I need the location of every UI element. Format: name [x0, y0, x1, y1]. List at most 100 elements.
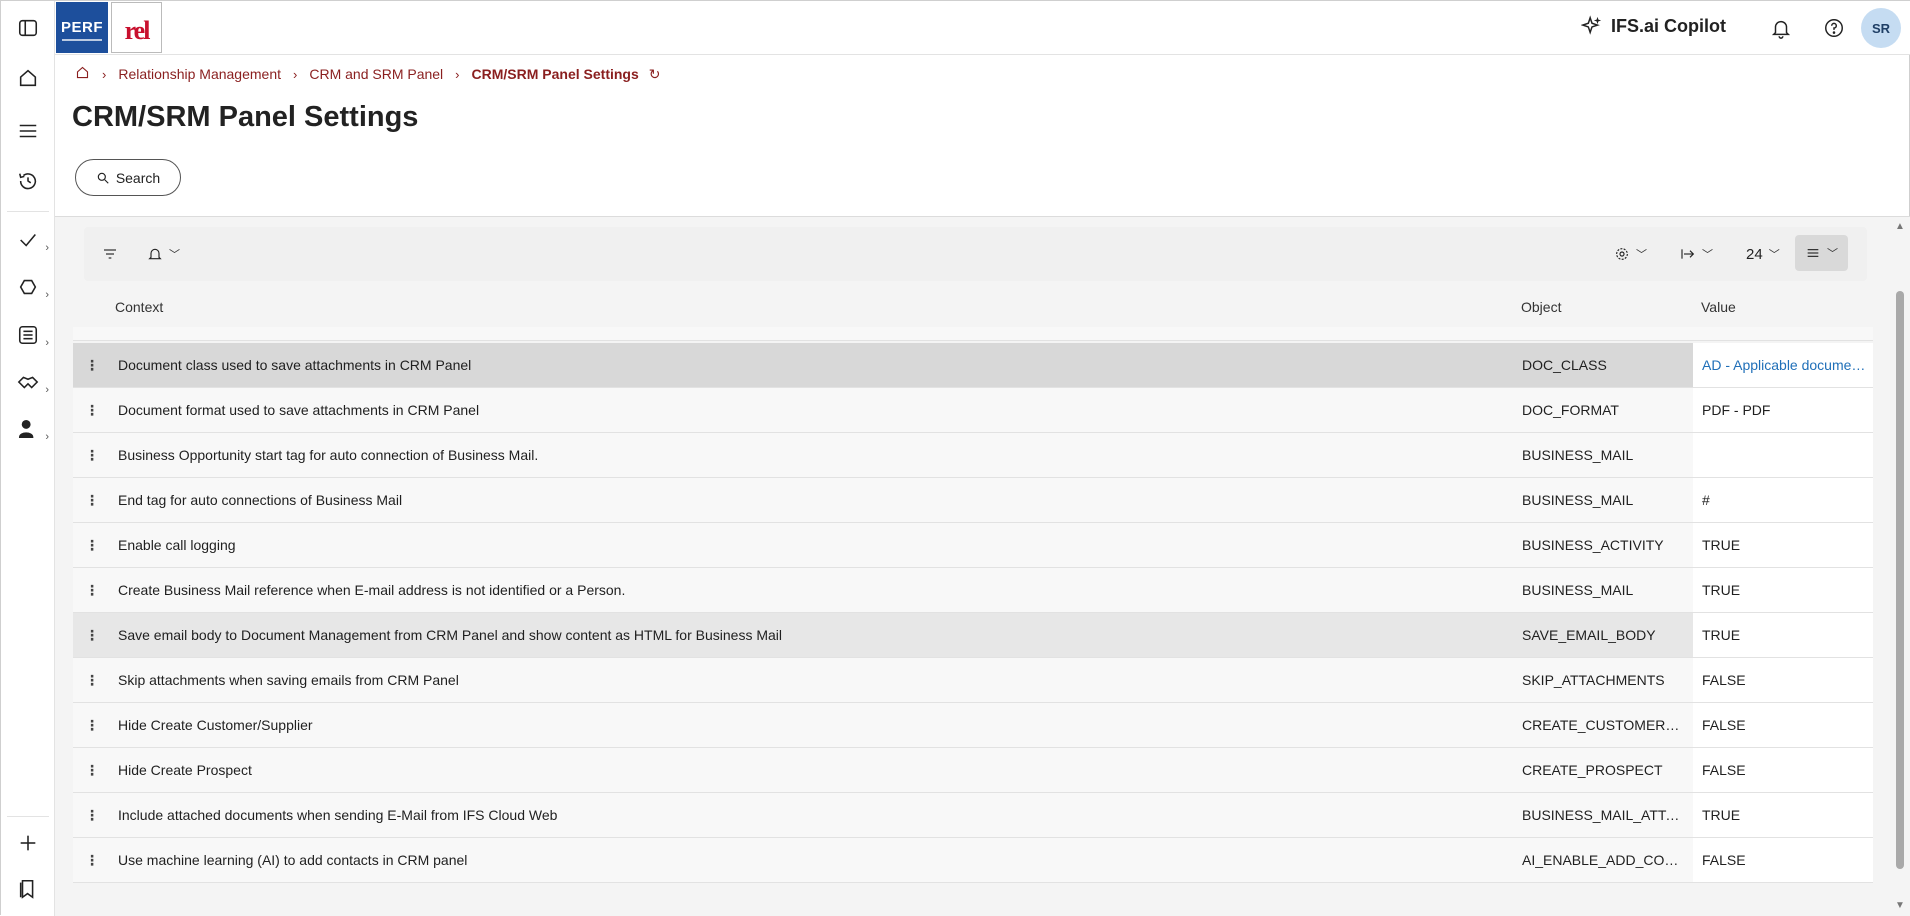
cell-context: Business Opportunity start tag for auto … [118, 447, 539, 463]
cell-object: AI_ENABLE_ADD_CONTACTS [1522, 852, 1687, 868]
chevron-right-icon: › [45, 337, 49, 349]
cell-context: Save email body to Document Management f… [118, 627, 783, 643]
search-icon [97, 172, 109, 184]
sidebar-toggle-icon[interactable] [10, 10, 46, 46]
cell-value: # [1702, 492, 1710, 508]
person-home-icon[interactable]: › [10, 411, 49, 447]
value-cell-background [1693, 433, 1873, 477]
cell-context: Enable call logging [118, 537, 236, 553]
bookmarks-icon[interactable] [10, 871, 46, 907]
tasks-check-icon[interactable]: › [10, 222, 49, 258]
cell-object: BUSINESS_MAIL_ATTACHMENTS [1522, 807, 1687, 823]
view-mode-button[interactable]: ﹀ [1795, 235, 1848, 271]
column-header-context[interactable]: Context [115, 299, 163, 315]
row-menu-icon[interactable]: ⋮ [85, 805, 99, 825]
cell-value[interactable]: AD - Applicable documents [1702, 357, 1867, 373]
cell-object: BUSINESS_MAIL [1522, 492, 1634, 508]
settings-menu-button[interactable]: ﹀ [1614, 239, 1647, 269]
refresh-icon[interactable]: ↻ [649, 66, 661, 83]
cell-context: Use machine learning (AI) to add contact… [118, 852, 468, 868]
cell-value: FALSE [1702, 762, 1746, 778]
row-menu-icon[interactable]: ⋮ [85, 535, 99, 555]
search-button[interactable]: Search [75, 159, 181, 196]
company-logo-text: rel [124, 16, 151, 45]
table-row[interactable]: ⋮ Create Business Mail reference when E-m… [73, 568, 1873, 613]
table-row[interactable]: ⋮ Document format used to save attachment… [73, 388, 1873, 433]
table-row[interactable]: ⋮ Business Opportunity start tag for auto… [73, 433, 1873, 478]
perf-logo[interactable]: PERF [56, 2, 108, 53]
scrollbar-thumb[interactable] [1896, 291, 1904, 869]
bell-icon [148, 248, 162, 260]
table-row[interactable]: ⋮ Hide Create Prospect CREATE_PROSPECT FALS… [73, 748, 1873, 793]
table-row[interactable]: ⋮ Document class used to save attachments… [73, 343, 1873, 388]
filter-button[interactable] [102, 239, 118, 269]
table-row[interactable]: ⋮ Include attached documents when sending… [73, 793, 1873, 838]
notify-menu-button[interactable]: ﹀ [147, 239, 180, 269]
row-menu-icon[interactable]: ⋮ [85, 715, 99, 735]
row-menu-icon[interactable]: ⋮ [85, 580, 99, 600]
list-icon[interactable]: › [10, 317, 49, 353]
handshake-icon[interactable]: › [10, 364, 49, 400]
table-row[interactable]: ⋮ End tag for auto connections of Busines… [73, 478, 1873, 523]
row-menu-icon[interactable]: ⋮ [85, 850, 99, 870]
cell-value: TRUE [1702, 807, 1741, 823]
breadcrumb-home-icon[interactable] [75, 65, 90, 83]
chevron-down-icon: ﹀ [169, 249, 180, 261]
table-row[interactable]: ⋮ Skip attachments when saving emails fro… [73, 658, 1873, 703]
copilot-button[interactable]: IFS.ai Copilot [1581, 15, 1726, 37]
row-menu-icon[interactable]: ⋮ [85, 490, 99, 510]
table-row[interactable]: ⋮ Use machine learning (AI) to add contac… [73, 838, 1873, 883]
breadcrumb-crm-srm-panel[interactable]: CRM and SRM Panel [309, 66, 443, 82]
breadcrumb: › Relationship Management › CRM and SRM … [75, 65, 661, 83]
settings-table: Context Object Value ⋮ Document class use… [73, 289, 1873, 883]
row-menu-icon[interactable]: ⋮ [85, 400, 99, 420]
cell-value: TRUE [1702, 627, 1741, 643]
cell-value: TRUE [1702, 537, 1741, 553]
row-menu-icon[interactable]: ⋮ [85, 670, 99, 690]
scroll-down-icon[interactable]: ▼ [1894, 900, 1906, 911]
cell-value: FALSE [1702, 717, 1746, 733]
rail-divider [7, 816, 49, 817]
home-icon[interactable] [10, 60, 46, 96]
cell-object: BUSINESS_MAIL [1522, 447, 1634, 463]
chevron-down-icon: ﹀ [1636, 249, 1647, 261]
column-header-object[interactable]: Object [1521, 299, 1561, 315]
user-avatar[interactable]: SR [1861, 8, 1901, 48]
row-menu-icon[interactable]: ⋮ [85, 445, 99, 465]
copilot-label: IFS.ai Copilot [1611, 15, 1726, 36]
row-menu-icon[interactable]: ⋮ [85, 760, 99, 780]
page-title: CRM/SRM Panel Settings [72, 101, 419, 133]
cell-object: DOC_CLASS [1522, 357, 1607, 373]
chevron-right-icon: › [45, 431, 49, 443]
cell-context: Document format used to save attachments… [118, 402, 480, 418]
breadcrumb-current: CRM/SRM Panel Settings [471, 66, 639, 82]
add-icon[interactable] [10, 825, 46, 861]
table-row[interactable]: ⋮ Enable call logging BUSINESS_ACTIVITY TRU… [73, 523, 1873, 568]
cell-object: DOC_FORMAT [1522, 402, 1619, 418]
top-bar: PERF rel IFS.ai Copilot SR [55, 1, 1910, 55]
hexagon-icon[interactable]: › [10, 269, 49, 305]
company-logo[interactable]: rel [111, 2, 162, 53]
history-icon[interactable] [10, 163, 46, 199]
cell-object: BUSINESS_MAIL [1522, 582, 1634, 598]
notifications-bell-icon[interactable] [1766, 13, 1796, 43]
table-header: Context Object Value [73, 289, 1873, 327]
row-menu-icon[interactable]: ⋮ [85, 625, 99, 645]
table-row[interactable]: ⋮ Save email body to Document Management … [73, 613, 1873, 658]
list-view-icon [1807, 249, 1819, 257]
menu-icon[interactable] [10, 113, 46, 149]
cell-value: TRUE [1702, 582, 1741, 598]
scroll-up-icon[interactable]: ▲ [1894, 221, 1906, 232]
page-size-value: 24 [1746, 245, 1763, 263]
page-size-select[interactable]: 24 ﹀ [1746, 239, 1780, 269]
table-row[interactable]: ⋮ Hide Create Customer/Supplier CREATE_CUS… [73, 703, 1873, 748]
row-menu-icon[interactable]: ⋮ [85, 355, 99, 375]
column-header-value[interactable]: Value [1701, 299, 1736, 315]
breadcrumb-relationship-management[interactable]: Relationship Management [118, 66, 281, 82]
cell-object: BUSINESS_ACTIVITY [1522, 537, 1664, 553]
vertical-scrollbar[interactable]: ▲ ▼ [1894, 221, 1906, 911]
search-button-label: Search [115, 169, 161, 186]
help-icon[interactable] [1819, 13, 1849, 43]
export-menu-button[interactable]: ﹀ [1680, 239, 1713, 269]
cell-object: SAVE_EMAIL_BODY [1522, 627, 1656, 643]
